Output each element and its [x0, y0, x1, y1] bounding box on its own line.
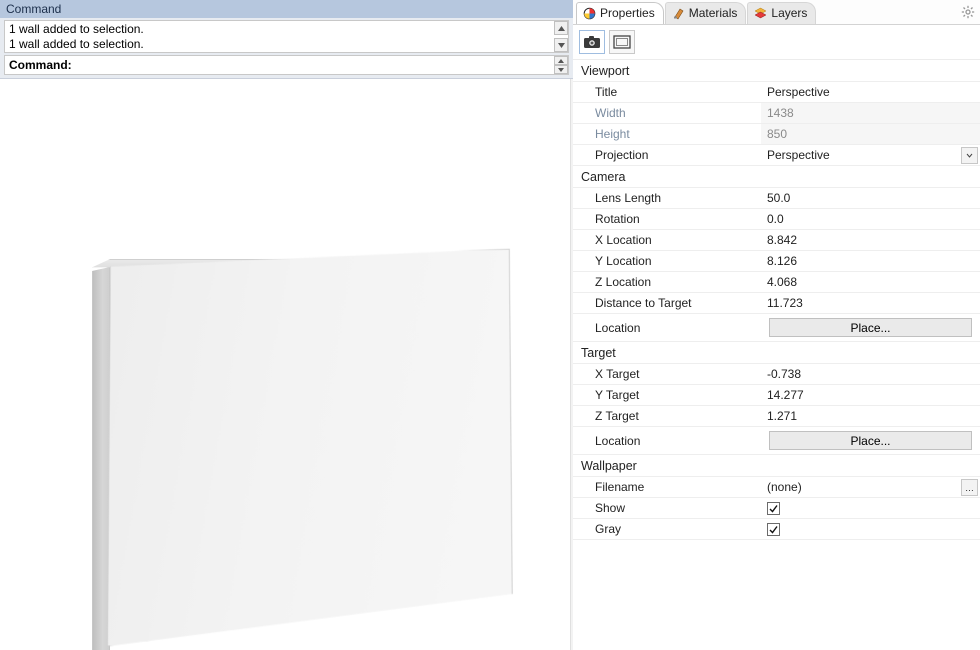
scroll-up-icon[interactable] [554, 21, 568, 35]
row-value-lens[interactable]: 50.0 [761, 188, 980, 208]
row-label-title: Title [573, 82, 761, 102]
camera-icon [583, 35, 601, 49]
row-value-xtarget[interactable]: -0.738 [761, 364, 980, 384]
properties-panel: Properties Materials Layers [573, 0, 980, 650]
spinner-up-icon[interactable] [554, 56, 568, 65]
layers-icon [754, 7, 767, 20]
row-value-cam-location: Place... [761, 314, 980, 341]
command-line: Command: [4, 55, 569, 75]
tab-layers[interactable]: Layers [747, 2, 816, 24]
row-value-rotation[interactable]: 0.0 [761, 209, 980, 229]
section-camera: Camera [573, 166, 980, 188]
row-value-target-location: Place... [761, 427, 980, 454]
command-history-line: 1 wall added to selection. [9, 22, 564, 37]
show-checkbox[interactable] [767, 502, 780, 515]
command-header: Command [0, 0, 573, 18]
row-value-title[interactable]: Perspective [761, 82, 980, 102]
projection-dropdown-icon[interactable] [961, 147, 978, 164]
row-label-width: Width [573, 103, 761, 123]
row-label-target-location: Location [573, 427, 761, 454]
row-label-lens: Lens Length [573, 188, 761, 208]
tab-label: Layers [771, 6, 807, 20]
row-label-yloc: Y Location [573, 251, 761, 271]
row-label-xloc: X Location [573, 230, 761, 250]
camera-button[interactable] [579, 30, 605, 54]
row-value-yloc[interactable]: 8.126 [761, 251, 980, 271]
filename-browse-icon[interactable]: … [961, 479, 978, 496]
row-label-ytarget: Y Target [573, 385, 761, 405]
row-value-xloc[interactable]: 8.842 [761, 230, 980, 250]
command-history-line: 1 wall added to selection. [9, 37, 564, 52]
row-label-projection: Projection [573, 145, 761, 165]
row-value-distance[interactable]: 11.723 [761, 293, 980, 313]
command-prompt-label: Command: [5, 57, 76, 73]
row-label-ztarget: Z Target [573, 406, 761, 426]
panel-gear-icon[interactable] [960, 4, 976, 20]
frame-button[interactable] [609, 30, 635, 54]
row-value-width: 1438 [761, 103, 980, 123]
command-history: 1 wall added to selection. 1 wall added … [4, 20, 569, 53]
scroll-down-icon[interactable] [554, 38, 568, 52]
row-label-show: Show [573, 498, 761, 518]
history-scrollbar[interactable] [554, 21, 568, 52]
row-label-rotation: Rotation [573, 209, 761, 229]
tab-materials[interactable]: Materials [665, 2, 747, 24]
row-value-height: 850 [761, 124, 980, 144]
row-value-filename[interactable]: (none) … [761, 477, 980, 497]
row-label-filename: Filename [573, 477, 761, 497]
section-target: Target [573, 342, 980, 364]
properties-icon [583, 7, 596, 20]
section-viewport: Viewport [573, 60, 980, 82]
frame-icon [613, 35, 631, 49]
row-label-cam-location: Location [573, 314, 761, 341]
spinner-down-icon[interactable] [554, 65, 568, 74]
row-value-ytarget[interactable]: 14.277 [761, 385, 980, 405]
wall-side-face [92, 267, 110, 650]
panel-tabs: Properties Materials Layers [573, 0, 980, 25]
row-label-gray: Gray [573, 519, 761, 539]
properties-toolbar [573, 25, 980, 60]
row-value-gray[interactable] [761, 519, 980, 539]
section-wallpaper: Wallpaper [573, 455, 980, 477]
wall-front-face [107, 249, 513, 650]
command-panel: Command 1 wall added to selection. 1 wal… [0, 0, 573, 79]
row-value-ztarget[interactable]: 1.271 [761, 406, 980, 426]
splitter-handle[interactable] [570, 79, 573, 650]
tab-label: Materials [689, 6, 738, 20]
row-value-zloc[interactable]: 4.068 [761, 272, 980, 292]
viewport-3d[interactable] [0, 79, 573, 650]
row-value-projection[interactable]: Perspective [761, 145, 980, 165]
row-label-height: Height [573, 124, 761, 144]
command-spinner[interactable] [554, 56, 568, 74]
materials-icon [672, 7, 685, 20]
tab-label: Properties [600, 6, 655, 20]
row-label-zloc: Z Location [573, 272, 761, 292]
tab-properties[interactable]: Properties [576, 2, 664, 24]
row-label-distance: Distance to Target [573, 293, 761, 313]
command-input[interactable] [76, 57, 554, 73]
camera-place-button[interactable]: Place... [769, 318, 972, 337]
gray-checkbox[interactable] [767, 523, 780, 536]
target-place-button[interactable]: Place... [769, 431, 972, 450]
row-label-xtarget: X Target [573, 364, 761, 384]
row-value-show[interactable] [761, 498, 980, 518]
